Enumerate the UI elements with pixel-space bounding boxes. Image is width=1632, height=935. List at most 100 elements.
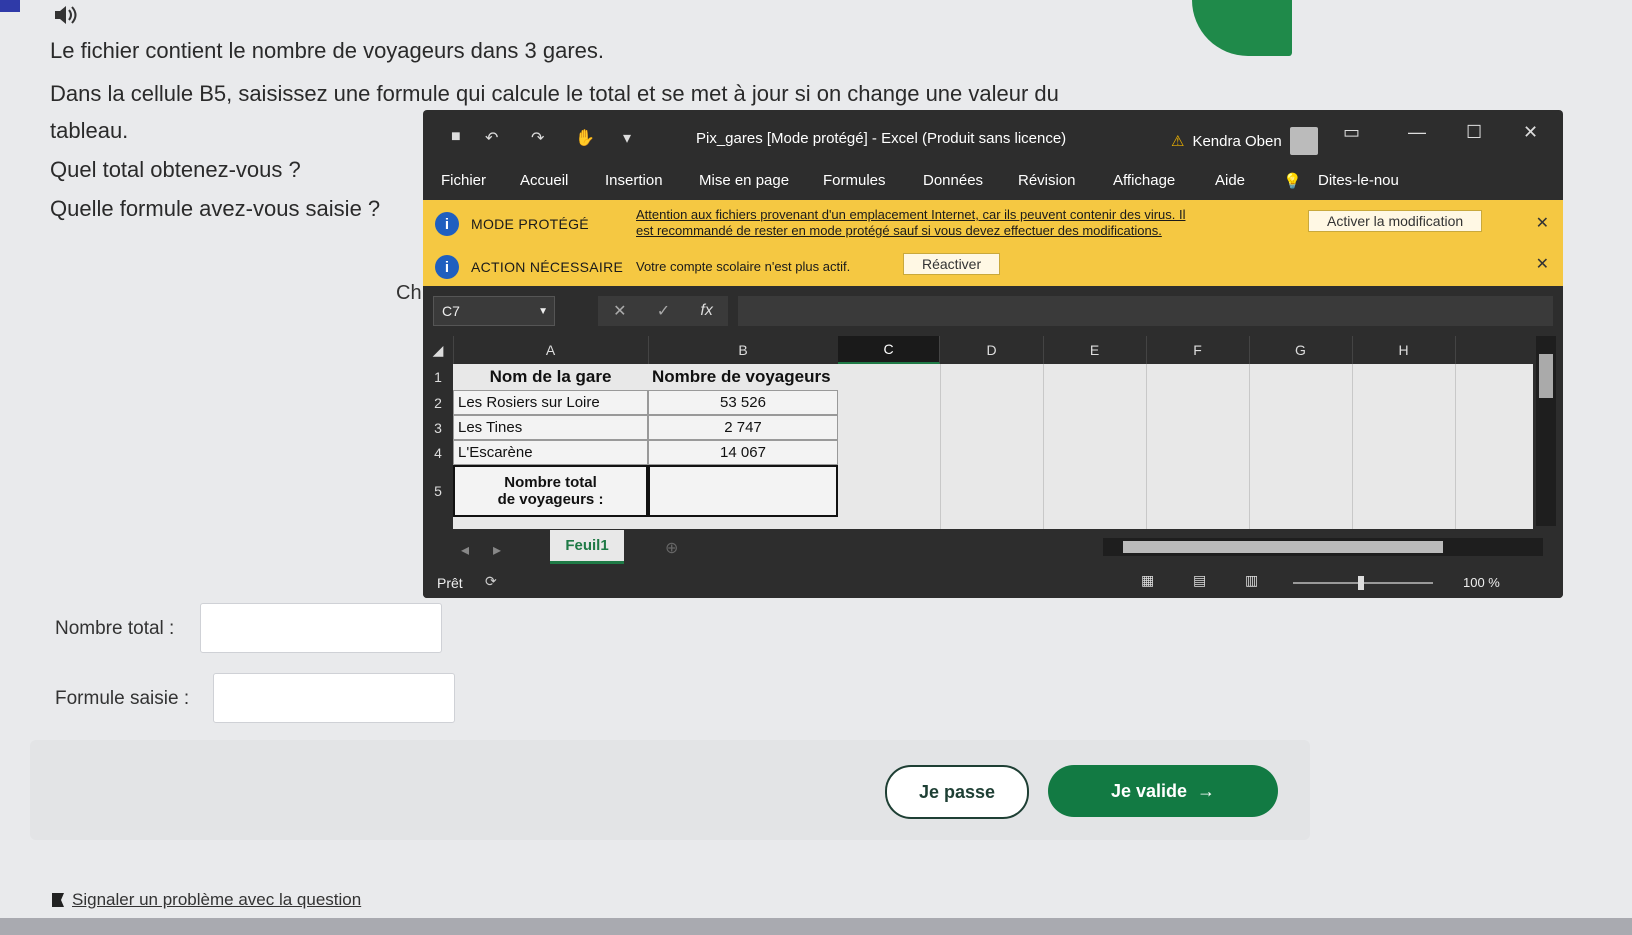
avatar <box>1289 127 1318 155</box>
tab-fichier[interactable]: Fichier <box>441 172 486 189</box>
user-area[interactable]: ⚠ Kendra Oben <box>1171 127 1318 155</box>
scroll-thumb[interactable] <box>1123 541 1443 553</box>
tab-mise-en-page[interactable]: Mise en page <box>699 172 789 189</box>
save-icon[interactable]: ■ <box>451 128 461 146</box>
tab-revision[interactable]: Révision <box>1018 172 1076 189</box>
cell-b1[interactable]: Nombre de voyageurs <box>648 364 868 390</box>
tab-insertion[interactable]: Insertion <box>605 172 663 189</box>
column-header-a[interactable]: A <box>453 336 649 364</box>
column-header-f[interactable]: F <box>1146 336 1250 364</box>
report-link[interactable]: Signaler un problème avec la question <box>52 890 361 910</box>
gridline <box>1249 364 1250 529</box>
cell-a5[interactable]: Nombre total de voyageurs : <box>453 465 648 517</box>
tab-donnees[interactable]: Données <box>923 172 983 189</box>
cell-a1[interactable]: Nom de la gare <box>453 364 648 390</box>
cell-a2[interactable]: Les Rosiers sur Loire <box>453 390 648 415</box>
vertical-scrollbar[interactable] <box>1536 336 1556 526</box>
select-all-corner[interactable]: ◢ <box>423 336 454 364</box>
row-header-1[interactable]: 1 <box>423 364 453 390</box>
insert-function-icon[interactable]: fx <box>700 302 712 320</box>
row-header-5[interactable]: 5 <box>423 465 453 517</box>
question-total: Quel total obtenez-vous ? <box>50 157 301 182</box>
cell-a3[interactable]: Les Tines <box>453 415 648 440</box>
cancel-entry-icon[interactable]: ✕ <box>613 301 626 321</box>
bottom-strip <box>0 918 1632 935</box>
column-headers: ◢ A B C D E F G H <box>423 336 1536 364</box>
action-required-bar: i ACTION NÉCESSAIRE Votre compte scolair… <box>423 248 1563 286</box>
gridline <box>1455 364 1456 529</box>
validate-button[interactable]: Je valide → <box>1048 765 1278 817</box>
column-header-c[interactable]: C <box>838 336 940 364</box>
touch-mode-icon[interactable]: ✋ <box>575 128 595 148</box>
horizontal-scrollbar[interactable] <box>1103 538 1543 556</box>
speaker-icon[interactable] <box>52 2 78 28</box>
protected-mode-label: MODE PROTÉGÉ <box>471 216 589 232</box>
row-header-4[interactable]: 4 <box>423 440 453 465</box>
total-input[interactable] <box>200 603 442 653</box>
lightbulb-icon[interactable]: 💡 <box>1283 172 1302 190</box>
skip-button[interactable]: Je passe <box>885 765 1029 819</box>
warning-icon: ⚠ <box>1171 133 1185 150</box>
user-name: Kendra Oben <box>1192 132 1282 150</box>
column-header-h[interactable]: H <box>1352 336 1456 364</box>
name-box[interactable]: C7 ▼ <box>433 296 555 326</box>
formula-input[interactable] <box>213 673 455 723</box>
total-label-line-1: Nombre total <box>504 474 597 491</box>
close-action-bar-icon[interactable]: ✕ <box>1536 254 1549 274</box>
excel-title: Pix_gares [Mode protégé] - Excel (Produi… <box>696 130 1067 147</box>
gridline <box>1043 364 1044 529</box>
zoom-slider[interactable] <box>1293 576 1433 590</box>
add-sheet-icon[interactable]: ⊕ <box>665 538 678 558</box>
question-line-1: Le fichier contient le nombre de voyageu… <box>50 38 604 63</box>
cell-grid[interactable]: Nom de la gare Nombre de voyageurs Les R… <box>453 364 1533 529</box>
minimize-icon[interactable]: — <box>1408 122 1426 143</box>
scroll-thumb[interactable] <box>1539 354 1553 398</box>
undo-icon[interactable]: ↶ <box>485 128 498 148</box>
row-header-spacer <box>423 517 453 529</box>
row-header-2[interactable]: 2 <box>423 390 453 415</box>
reactivate-button[interactable]: Réactiver <box>903 253 1001 275</box>
next-sheet-icon[interactable]: ▸ <box>493 540 501 560</box>
protected-mode-message-2[interactable]: est recommandé de rester en mode protégé… <box>636 224 1162 238</box>
cell-b2[interactable]: 53 526 <box>648 390 838 415</box>
enable-editing-button[interactable]: Activer la modification <box>1308 210 1483 232</box>
sheet-tab-feuil1[interactable]: Feuil1 <box>550 530 624 564</box>
close-protected-bar-icon[interactable]: ✕ <box>1536 213 1549 233</box>
redo-icon[interactable]: ↷ <box>531 128 544 148</box>
cell-a4[interactable]: L'Escarène <box>453 440 648 465</box>
tell-me-search[interactable]: Dites-le-nou <box>1318 172 1399 189</box>
cell-b4[interactable]: 14 067 <box>648 440 838 465</box>
page-break-icon[interactable]: ▥ <box>1245 572 1258 589</box>
column-header-d[interactable]: D <box>940 336 1044 364</box>
gridline <box>1146 364 1147 529</box>
zoom-level[interactable]: 100 % <box>1463 575 1500 590</box>
close-icon[interactable]: ✕ <box>1523 122 1538 143</box>
column-header-b[interactable]: B <box>648 336 839 364</box>
flag-icon <box>52 893 64 907</box>
column-header-g[interactable]: G <box>1249 336 1353 364</box>
tab-aide[interactable]: Aide <box>1215 172 1245 189</box>
row-header-3[interactable]: 3 <box>423 415 453 440</box>
column-header-e[interactable]: E <box>1043 336 1147 364</box>
tab-accueil[interactable]: Accueil <box>520 172 568 189</box>
normal-view-icon[interactable]: ▦ <box>1141 572 1154 589</box>
confirm-entry-icon[interactable]: ✓ <box>657 301 670 321</box>
zoom-slider-handle[interactable] <box>1358 576 1364 590</box>
tab-affichage[interactable]: Affichage <box>1113 172 1175 189</box>
prev-sheet-icon[interactable]: ◂ <box>461 540 469 560</box>
accessibility-icon[interactable]: ⟳ <box>485 573 497 590</box>
protected-mode-message-1[interactable]: Attention aux fichiers provenant d'un em… <box>636 208 1186 222</box>
status-text: Prêt <box>437 575 463 591</box>
total-label-line-2: de voyageurs : <box>497 491 604 508</box>
formula-input[interactable] <box>738 296 1553 326</box>
tab-formules[interactable]: Formules <box>823 172 886 189</box>
maximize-icon[interactable]: ☐ <box>1466 122 1482 143</box>
name-box-value: C7 <box>442 303 460 319</box>
page-layout-icon[interactable]: ▤ <box>1193 572 1206 589</box>
cell-b5[interactable] <box>648 465 838 517</box>
ribbon-display-icon[interactable]: ▭ <box>1343 122 1360 143</box>
formula-bar: C7 ▼ ✕ ✓ fx <box>423 288 1563 334</box>
cell-b3[interactable]: 2 747 <box>648 415 838 440</box>
customize-toolbar-icon[interactable]: ▾ <box>623 128 631 148</box>
arrow-right-icon: → <box>1197 780 1216 801</box>
